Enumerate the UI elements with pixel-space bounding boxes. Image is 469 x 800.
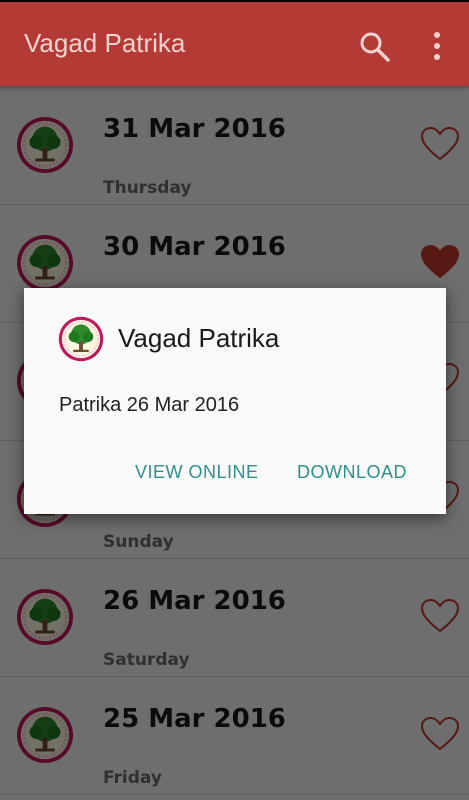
dialog-message: Patrika 26 Mar 2016 — [59, 394, 240, 416]
search-icon[interactable] — [358, 30, 392, 64]
app-bar: Vagad Patrika — [0, 2, 469, 86]
dialog-title: Vagad Patrika — [118, 323, 280, 353]
view-online-button[interactable]: VIEW ONLINE — [135, 462, 259, 483]
download-button[interactable]: DOWNLOAD — [297, 462, 407, 483]
patrika-logo — [58, 316, 104, 362]
more-vert-icon[interactable] — [428, 30, 446, 64]
app-title: Vagad Patrika — [24, 28, 186, 58]
download-dialog: Vagad Patrika Patrika 26 Mar 2016 VIEW O… — [24, 288, 446, 514]
